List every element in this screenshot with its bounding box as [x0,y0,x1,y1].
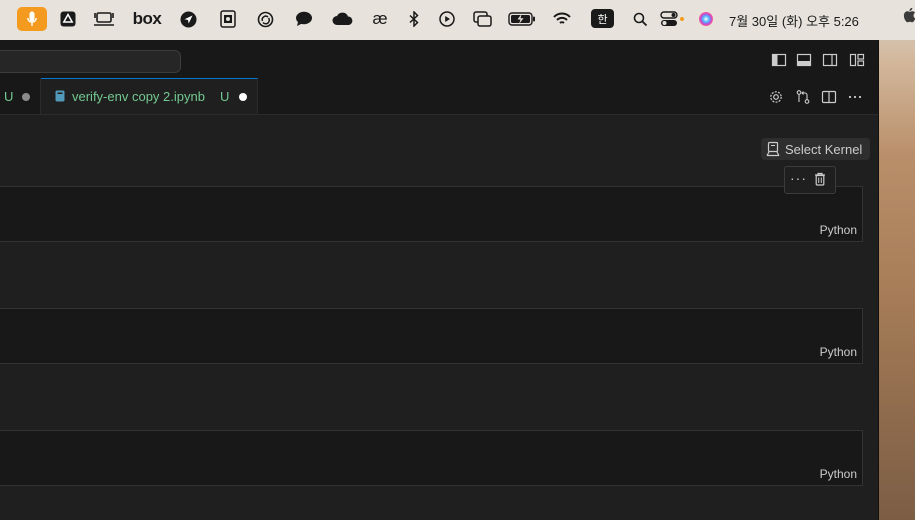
toggle-primary-sidebar-icon[interactable] [771,52,787,68]
untracked-status: U [4,89,14,104]
ae-icon[interactable]: æ [371,8,389,30]
notebook-code-cell[interactable]: Python [0,430,863,486]
tab-previous-file[interactable]: U [0,79,41,114]
open-changes-icon[interactable] [795,89,811,105]
window-overlap-icon[interactable] [473,8,493,30]
select-kernel-label: Select Kernel [785,142,863,157]
kernel-server-icon [765,141,781,160]
untracked-status: U [220,89,230,104]
chat-bubble-icon[interactable] [295,8,313,30]
cell-language-label[interactable]: Python [820,467,857,481]
toggle-panel-icon[interactable] [796,52,812,68]
macos-menu-bar: box æ 한 7월 30일 (화) 오후 5:26 [0,0,915,40]
cell-language-label[interactable]: Python [820,223,857,237]
box-icon[interactable]: box [133,8,162,30]
tab-verify-env-copy-2[interactable]: verify-env copy 2.ipynb U [41,78,258,114]
cell-language-label[interactable]: Python [820,345,857,359]
more-actions-icon[interactable] [847,89,863,105]
desktop-wallpaper [878,0,915,520]
unsaved-dot-icon[interactable] [22,92,30,101]
screen-share-icon[interactable] [92,8,116,30]
cloud-icon[interactable] [332,8,354,30]
toggle-secondary-sidebar-icon[interactable] [822,52,838,68]
title-bar [0,40,878,80]
sync-icon[interactable] [257,8,274,30]
input-source-icon[interactable]: 한 [591,9,614,28]
apple-logo-icon[interactable] [902,4,915,26]
unsaved-dot-icon[interactable] [239,92,247,101]
google-drive-icon[interactable] [60,8,76,30]
play-circle-icon[interactable] [439,8,455,30]
wifi-icon[interactable] [553,8,571,30]
select-kernel-button[interactable]: Select Kernel [761,138,870,160]
cell-more-actions-icon[interactable]: ··· [790,170,807,186]
tab-label: verify-env copy 2.ipynb [72,89,205,104]
microphone-icon[interactable] [17,7,47,31]
command-center-search[interactable] [0,50,181,73]
siri-icon[interactable] [698,8,714,30]
split-editor-icon[interactable] [821,89,837,105]
office-icon[interactable] [219,8,237,30]
battery-charging-icon[interactable] [508,8,536,30]
notebook-code-cell[interactable]: Python [0,308,863,364]
settings-gear-icon[interactable] [768,89,784,105]
menubar-clock[interactable]: 7월 30일 (화) 오후 5:26 [729,11,859,29]
customize-layout-icon[interactable] [849,52,865,68]
cell-toolbar: ··· [784,166,836,194]
control-center-icon[interactable] [660,8,686,30]
notebook-file-icon [55,90,65,105]
editor-tab-bar: U verify-env copy 2.ipynb U [0,78,878,115]
bluetooth-icon[interactable] [408,8,420,30]
location-arrow-icon[interactable] [180,8,197,30]
delete-cell-icon[interactable] [814,172,826,191]
notebook-code-cell[interactable]: Python [0,186,863,242]
spotlight-search-icon[interactable] [633,8,648,30]
vscode-window: U verify-env copy 2.ipynb U Select Kerne… [0,40,879,520]
